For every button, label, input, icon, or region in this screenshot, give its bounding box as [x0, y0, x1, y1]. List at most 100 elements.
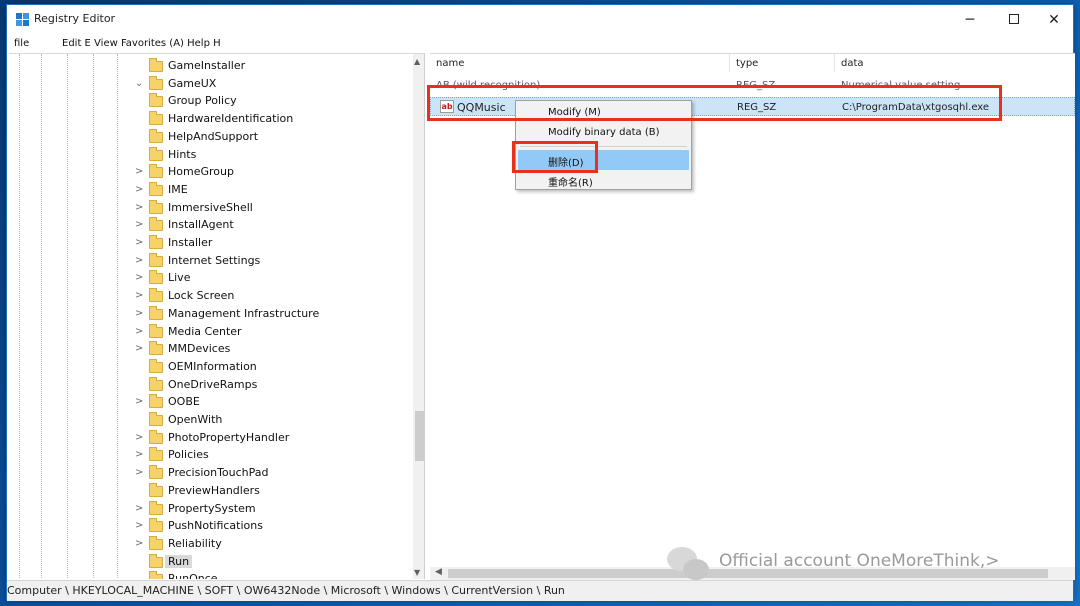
- tree-item[interactable]: > Policies: [9, 447, 409, 465]
- tree-item[interactable]: > InstallAgent: [9, 217, 409, 235]
- tree-item[interactable]: > PrecisionTouchPad: [9, 465, 409, 483]
- key-tree-pane[interactable]: GameInstaller ⌄ GameUX Group Policy Hardware…: [9, 53, 425, 579]
- expand-chevron-icon[interactable]: >: [135, 503, 143, 514]
- tree-item-label: MMDevices: [168, 342, 231, 356]
- expand-chevron-icon[interactable]: >: [135, 219, 143, 230]
- tree-item[interactable]: GameInstaller: [9, 58, 409, 76]
- folder-icon: [149, 465, 163, 480]
- tree-item[interactable]: Run: [9, 553, 409, 572]
- expand-chevron-icon[interactable]: >: [135, 166, 143, 177]
- folder-icon: [149, 181, 163, 196]
- tree-item[interactable]: Group Policy: [9, 93, 409, 111]
- tree-item[interactable]: Hints: [9, 146, 409, 165]
- tree-item[interactable]: > Management Infrastructure: [9, 305, 409, 324]
- tree-vertical-scrollbar[interactable]: ▲ ▼: [413, 54, 424, 579]
- tree-item-label: OEMInformation: [168, 359, 257, 373]
- folder-icon: [149, 571, 163, 579]
- tree-item-label: PreviewHandlers: [168, 483, 260, 497]
- tree-item[interactable]: ⌄ GameUX: [9, 75, 409, 94]
- tree-item-label: GameUX: [168, 76, 217, 90]
- scroll-up-icon[interactable]: ▲: [414, 57, 420, 66]
- minimize-button[interactable]: ─: [949, 5, 991, 35]
- expand-chevron-icon[interactable]: >: [135, 308, 143, 319]
- folder-icon: [149, 75, 163, 90]
- tree-item[interactable]: OneDriveRamps: [9, 376, 409, 395]
- expand-chevron-icon[interactable]: >: [135, 432, 143, 443]
- folder-icon: [149, 305, 163, 320]
- expand-chevron-icon[interactable]: >: [135, 290, 143, 301]
- expand-chevron-icon[interactable]: >: [135, 396, 143, 407]
- registry-path: Computer \ HKEYLOCAL_MACHINE \ SOFT \ OW…: [7, 584, 565, 597]
- menu-item-rename[interactable]: 重命名(R): [518, 170, 689, 190]
- tree-item[interactable]: > IME: [9, 181, 409, 200]
- tree-item[interactable]: > OOBE: [9, 394, 409, 412]
- title-bar[interactable]: Registry Editor ─ ✕: [7, 5, 1073, 35]
- folder-icon: [149, 93, 163, 108]
- tree-item[interactable]: RunOnce: [9, 571, 409, 579]
- menu-file[interactable]: file: [14, 38, 29, 49]
- tree-item[interactable]: > Internet Settings: [9, 252, 409, 271]
- expand-chevron-icon[interactable]: >: [135, 520, 143, 531]
- tree-item[interactable]: HardwareIdentification: [9, 111, 409, 129]
- tree-item[interactable]: > PropertySystem: [9, 500, 409, 519]
- annotation-box-delete: [512, 141, 598, 173]
- expand-chevron-icon[interactable]: >: [135, 467, 143, 478]
- maximize-icon: [1009, 13, 1019, 24]
- tree-item-label: Management Infrastructure: [168, 306, 320, 320]
- tree-item-label: Run: [165, 554, 193, 568]
- tree-item[interactable]: > PushNotifications: [9, 518, 409, 536]
- tree-scroll-thumb[interactable]: [415, 411, 424, 461]
- scroll-left-icon[interactable]: ◀: [435, 567, 442, 577]
- column-header-name[interactable]: name: [430, 54, 730, 72]
- expand-chevron-icon[interactable]: >: [135, 184, 143, 195]
- tree-item-label: ImmersiveShell: [168, 200, 253, 214]
- folder-icon: [149, 164, 163, 179]
- tree-item[interactable]: > Installer: [9, 235, 409, 253]
- scroll-down-icon[interactable]: ▼: [414, 568, 420, 577]
- tree-item-label: Hints: [168, 147, 197, 161]
- tree-item[interactable]: > MMDevices: [9, 341, 409, 359]
- tree-item-label: Internet Settings: [168, 253, 261, 267]
- tree-item[interactable]: > Lock Screen: [9, 288, 409, 306]
- expand-chevron-icon[interactable]: >: [135, 202, 143, 213]
- expand-chevron-icon[interactable]: >: [135, 255, 143, 266]
- tree-item[interactable]: > HomeGroup: [9, 164, 409, 182]
- tree-item-label: Media Center: [168, 324, 242, 338]
- expand-chevron-icon[interactable]: >: [135, 326, 143, 337]
- column-header-data[interactable]: data: [835, 54, 1075, 72]
- expand-chevron-icon[interactable]: ⌄: [135, 78, 143, 89]
- expand-chevron-icon[interactable]: >: [135, 538, 143, 549]
- tree-item[interactable]: > Media Center: [9, 323, 409, 342]
- close-button[interactable]: ✕: [1033, 5, 1075, 35]
- annotation-box-qqmusic: [427, 85, 1002, 121]
- folder-icon: [149, 252, 163, 267]
- folder-icon: [149, 270, 163, 285]
- expand-chevron-icon[interactable]: >: [135, 272, 143, 283]
- tree-item-label: Policies: [168, 448, 209, 462]
- tree-item-label: HardwareIdentification: [168, 112, 294, 126]
- tree-item[interactable]: > Live: [9, 270, 409, 288]
- tree-item[interactable]: PreviewHandlers: [9, 482, 409, 501]
- expand-chevron-icon[interactable]: >: [135, 237, 143, 248]
- tree-item-label: PushNotifications: [168, 519, 263, 533]
- tree-item-label: PrecisionTouchPad: [168, 466, 269, 480]
- column-header-type[interactable]: type: [730, 54, 835, 72]
- tree-item[interactable]: > ImmersiveShell: [9, 199, 409, 218]
- expand-chevron-icon[interactable]: >: [135, 343, 143, 354]
- expand-chevron-icon[interactable]: >: [135, 449, 143, 460]
- tree-item-label: Installer: [168, 236, 213, 249]
- tree-item-label: Group Policy: [168, 94, 237, 108]
- watermark: Official account OneMoreThink,>: [667, 543, 1067, 585]
- tree-item[interactable]: > Reliability: [9, 535, 409, 554]
- maximize-button[interactable]: [993, 5, 1035, 35]
- tree-item[interactable]: HelpAndSupport: [9, 128, 409, 147]
- tree-item-label: OneDriveRamps: [168, 377, 258, 391]
- menu-item-modify-binary[interactable]: Modify binary data (B): [518, 123, 689, 143]
- tree-item-label: HomeGroup: [168, 165, 234, 179]
- folder-icon: [149, 500, 163, 515]
- folder-icon: [149, 128, 163, 143]
- tree-item[interactable]: OEMInformation: [9, 358, 409, 377]
- tree-item[interactable]: OpenWith: [9, 412, 409, 430]
- tree-item[interactable]: > PhotoPropertyHandler: [9, 429, 409, 448]
- menu-edit-view-favorites-help[interactable]: Edit E View Favorites (A) Help H: [62, 38, 221, 49]
